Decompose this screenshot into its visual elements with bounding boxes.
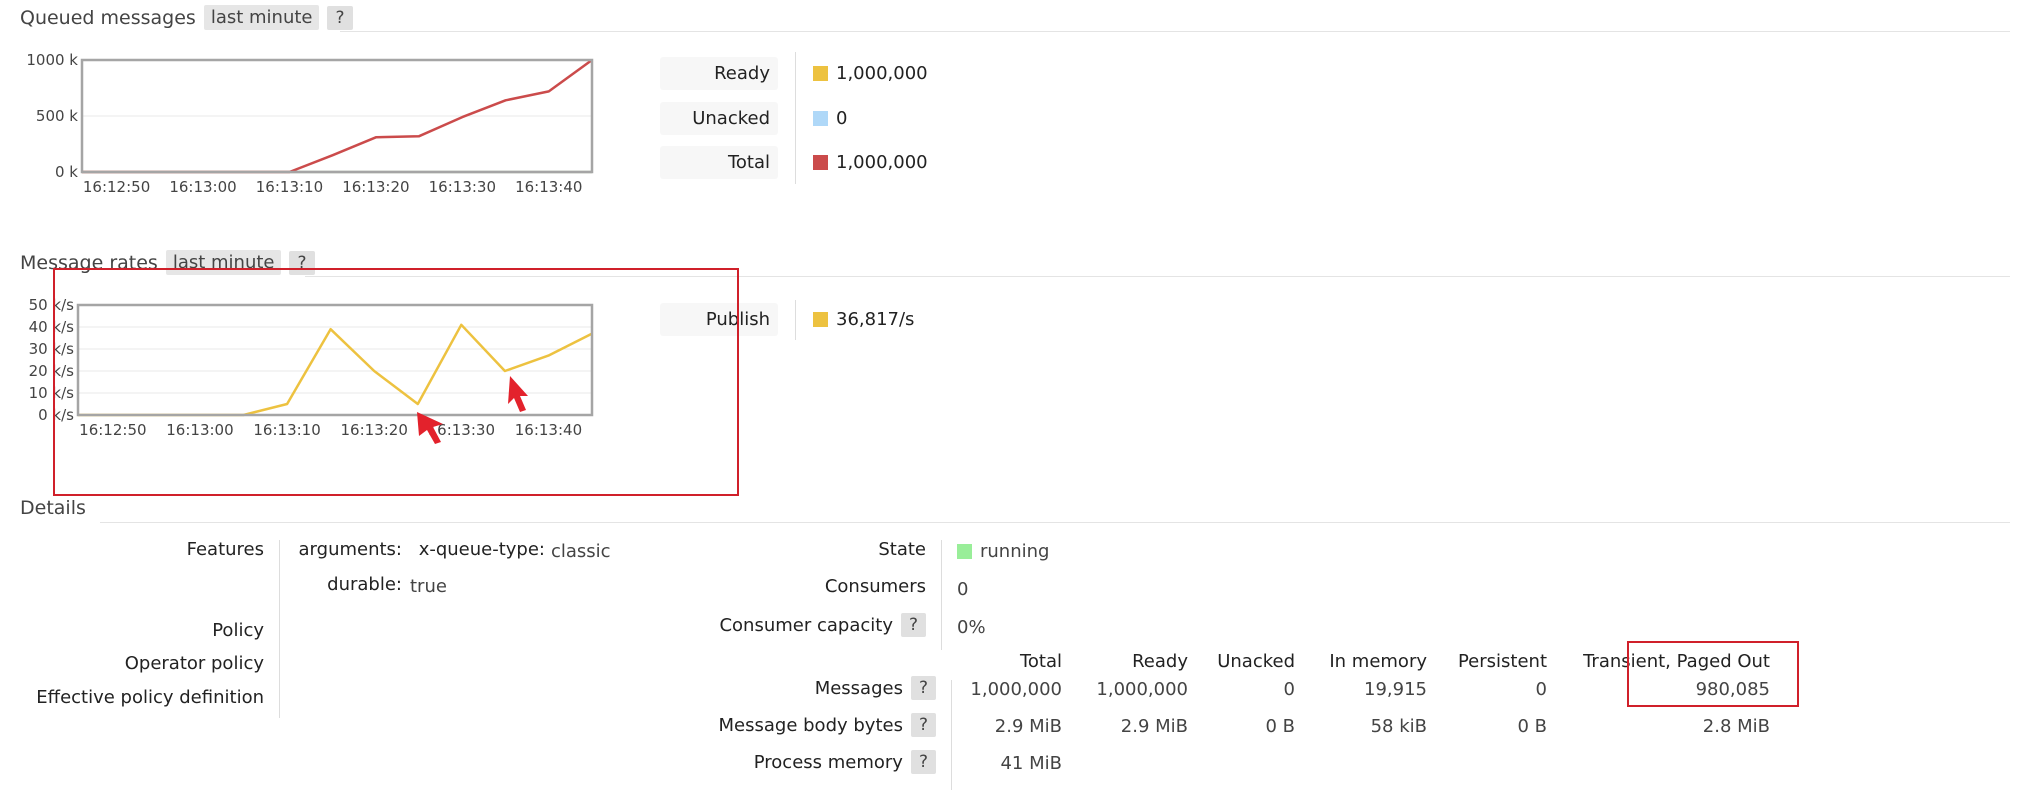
consumer-capacity-row: Consumer capacity ? [700, 613, 926, 637]
state-indicator: running [957, 541, 1049, 562]
legend-unacked: Unacked 0 [660, 102, 847, 135]
x-tick-label: 16:12:50 [83, 178, 150, 196]
column-header: Total [1019, 651, 1062, 672]
highlight-box [53, 268, 739, 496]
details-header: Details [20, 497, 86, 519]
x-tick-label: 16:13:30 [429, 178, 496, 196]
state-value: running [980, 541, 1050, 562]
divider [340, 31, 2010, 32]
state-label: State [878, 539, 926, 560]
x-tick-label: 16:13:20 [342, 178, 409, 196]
ready-swatch [813, 66, 828, 81]
arg-value: classic [551, 541, 611, 562]
total-swatch [813, 155, 828, 170]
legend-unacked-label: Unacked [660, 102, 778, 135]
table-cell: 1,000,000 [970, 679, 1062, 700]
process-memory-help-button[interactable]: ? [910, 750, 936, 774]
divider [100, 522, 2010, 523]
table-row-label: Message body bytes ? [660, 713, 936, 737]
queued-messages-title: Queued messages [20, 6, 196, 29]
unacked-swatch [813, 111, 828, 126]
highlight-box [1627, 641, 1799, 707]
y-tick-label: 500 k [36, 107, 78, 125]
queued-help-button[interactable]: ? [327, 5, 353, 30]
messages-help-button[interactable]: ? [910, 676, 936, 700]
table-cell: 0 B [1265, 716, 1295, 737]
x-tick-label: 16:13:40 [515, 178, 582, 196]
cursor-arrow-icon [508, 376, 528, 412]
table-cell: 1,000,000 [1096, 679, 1188, 700]
legend-publish-value: 36,817/s [836, 309, 915, 330]
publish-swatch [813, 312, 828, 327]
table-cell: 0 [1283, 679, 1295, 700]
column-divider [941, 540, 942, 650]
messages-label: Messages [814, 677, 903, 699]
message-body-bytes-label: Message body bytes [718, 714, 903, 736]
table-cell: 0 B [1517, 716, 1547, 737]
consumer-capacity-label: Consumer capacity [719, 614, 893, 636]
legend-divider [795, 52, 796, 184]
table-cell: 2.9 MiB [994, 716, 1062, 737]
details-title: Details [20, 497, 86, 519]
column-divider [951, 680, 952, 790]
durable-label: durable: [327, 574, 402, 595]
legend-unacked-value: 0 [836, 108, 848, 129]
policy-label: Policy [212, 620, 264, 641]
legend-ready-label: Ready [660, 57, 778, 90]
effective-policy-label: Effective policy definition [36, 687, 264, 708]
consumer-capacity-value: 0% [957, 617, 986, 638]
queued-messages-chart: 1000 k 500 k 0 k 16:12:50 16:13:00 16:13:10 16… [0, 50, 640, 214]
operator-policy-label: Operator policy [124, 653, 264, 674]
column-divider [279, 540, 280, 718]
table-row-label: Messages ? [700, 676, 936, 700]
arguments-label: arguments: [298, 539, 402, 560]
legend-total: Total 1,000,000 [660, 146, 928, 179]
table-cell: 0 [1535, 679, 1547, 700]
queued-range-selector[interactable]: last minute [203, 5, 320, 30]
arg-key: x-queue-type: [418, 539, 545, 560]
legend-ready: Ready 1,000,000 [660, 57, 928, 90]
y-tick-label: 1000 k [26, 51, 78, 69]
legend-ready-value: 1,000,000 [836, 63, 928, 84]
x-tick-label: 16:13:00 [169, 178, 236, 196]
x-tick-label: 16:13:10 [256, 178, 323, 196]
state-swatch [957, 544, 972, 559]
consumers-label: Consumers [824, 576, 926, 597]
table-cell: 41 MiB [1000, 753, 1062, 774]
legend-total-value: 1,000,000 [836, 152, 928, 173]
queued-messages-header: Queued messages last minute ? [20, 5, 353, 30]
consumer-capacity-help-button[interactable]: ? [900, 613, 926, 637]
column-header: Ready [1132, 651, 1188, 672]
legend-total-label: Total [660, 146, 778, 179]
table-cell: 2.8 MiB [1702, 716, 1770, 737]
cursor-arrow-icon [417, 412, 443, 444]
features-label: Features [186, 539, 264, 560]
table-cell: 19,915 [1364, 679, 1427, 700]
table-cell: 2.9 MiB [1120, 716, 1188, 737]
consumers-value: 0 [957, 579, 969, 600]
y-tick-label: 0 k [55, 163, 78, 181]
column-header: Unacked [1217, 651, 1295, 672]
legend-divider [795, 300, 796, 340]
process-memory-label: Process memory [753, 751, 903, 773]
table-cell: 58 kiB [1370, 716, 1427, 737]
table-row-label: Process memory ? [660, 750, 936, 774]
durable-value: true [410, 576, 447, 597]
message-body-bytes-help-button[interactable]: ? [910, 713, 936, 737]
column-header: In memory [1329, 651, 1427, 672]
column-header: Persistent [1457, 651, 1547, 672]
